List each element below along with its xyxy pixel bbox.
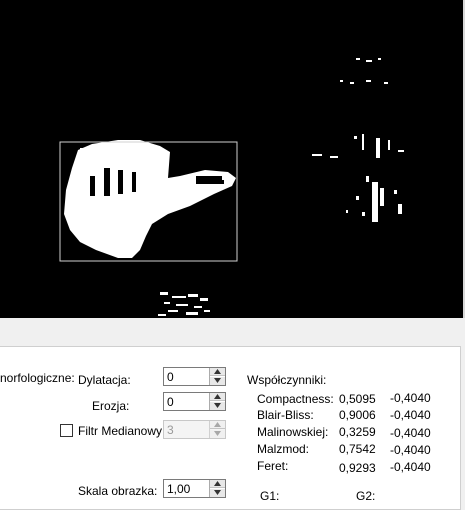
scale-spinbox[interactable]: 1,00 <box>163 479 226 498</box>
arrow-up-icon <box>214 369 221 374</box>
coef-value-1: 0,7542 <box>339 442 376 456</box>
coef-value-2: -0,4040 <box>390 443 431 457</box>
median-up-button[interactable] <box>210 421 225 429</box>
arrow-down-icon <box>214 378 221 383</box>
scale-label: Skala obrazka: <box>78 484 158 498</box>
median-filter-label: Filtr Medianowy: <box>78 424 166 438</box>
image-preview <box>0 0 465 318</box>
arrow-up-icon <box>214 481 221 486</box>
coef-name: Blair-Bliss: <box>257 408 314 422</box>
erosion-down-button[interactable] <box>210 402 225 410</box>
hand-blob <box>64 140 236 258</box>
median-value: 3 <box>167 423 174 437</box>
coef-name: Malzmod: <box>257 442 310 456</box>
coef-name: Malinowskiej: <box>257 425 329 439</box>
dilation-value: 0 <box>167 370 174 384</box>
erosion-label: Erozja: <box>92 399 130 413</box>
noise-right <box>312 58 404 222</box>
g2-label: G2: <box>356 489 376 503</box>
arrow-up-icon <box>214 394 221 399</box>
scale-down-button[interactable] <box>210 489 225 497</box>
arrow-up-icon <box>214 422 221 427</box>
coef-value-2: -0,4040 <box>390 408 431 422</box>
dilation-down-button[interactable] <box>210 377 225 385</box>
morph-section-label: norfologiczne: <box>0 371 75 385</box>
coef-value-1: 0,3259 <box>339 425 376 439</box>
arrow-down-icon <box>214 403 221 408</box>
erosion-spinbox[interactable]: 0 <box>163 392 226 411</box>
dilation-up-button[interactable] <box>210 368 225 376</box>
median-spinbox[interactable]: 3 <box>163 420 226 439</box>
dilation-spinbox[interactable]: 0 <box>163 367 226 386</box>
coef-name: Compactness: <box>257 392 334 406</box>
g1-label: G1: <box>260 489 280 503</box>
coef-value-2: -0,4040 <box>390 426 431 440</box>
scale-value: 1,00 <box>167 482 191 496</box>
coefficients-title: Współczynniki: <box>247 373 327 387</box>
coef-value-1: 0,9293 <box>339 461 376 475</box>
coef-value-2: -0,4040 <box>390 460 431 474</box>
noise-bottom <box>158 292 210 316</box>
dilation-label: Dylatacja: <box>78 373 131 387</box>
median-down-button[interactable] <box>210 430 225 438</box>
arrow-down-icon <box>214 431 221 436</box>
erosion-up-button[interactable] <box>210 393 225 401</box>
coef-value-2: -0,4040 <box>390 391 431 405</box>
coef-name: Feret: <box>257 459 289 473</box>
coef-value-1: 0,5095 <box>339 392 376 406</box>
scale-up-button[interactable] <box>210 480 225 488</box>
median-filter-checkbox[interactable] <box>60 424 73 437</box>
coef-value-1: 0,9006 <box>339 408 376 422</box>
binary-image <box>59 58 404 316</box>
arrow-down-icon <box>214 490 221 495</box>
erosion-value: 0 <box>167 395 174 409</box>
